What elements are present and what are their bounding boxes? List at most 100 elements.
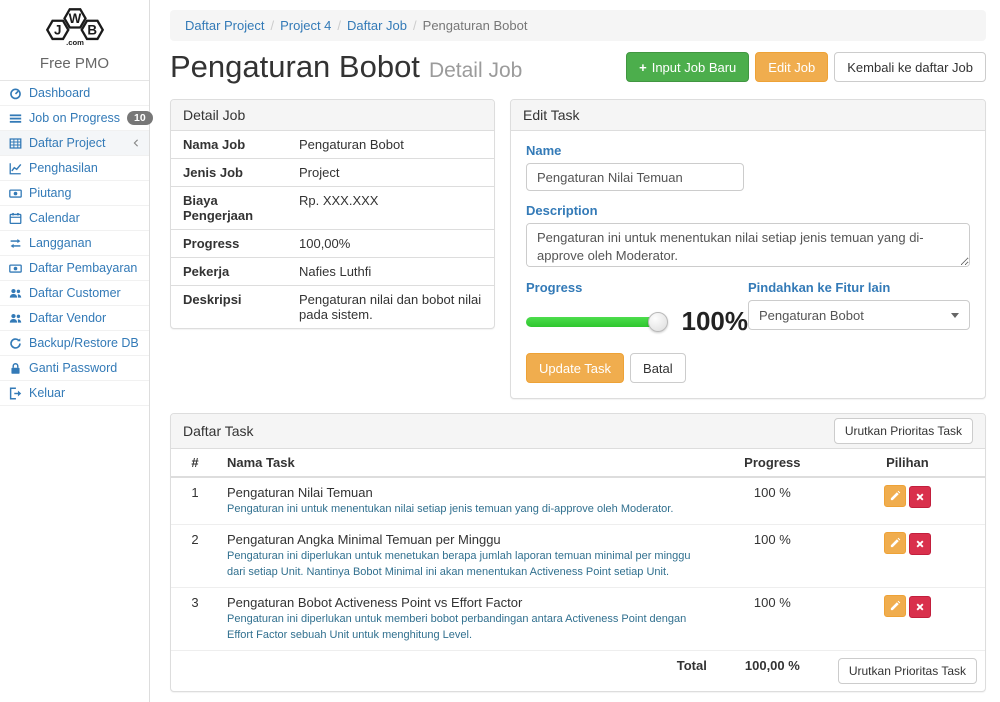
- page-title: Pengaturan Bobot: [170, 49, 420, 84]
- sidebar-item-label: Daftar Pembayaran: [29, 261, 137, 275]
- column-header-progress: Progress: [715, 449, 830, 477]
- detail-job-panel-title: Detail Job: [171, 100, 494, 131]
- pencil-icon: [889, 600, 901, 612]
- sidebar-item-daftar-project[interactable]: Daftar Project: [0, 131, 149, 156]
- detail-row-deskripsi: DeskripsiPengaturan nilai dan bobot nila…: [171, 286, 494, 328]
- breadcrumb: Daftar Project/Project 4/Daftar Job/Peng…: [170, 10, 986, 41]
- name-label: Name: [526, 143, 970, 158]
- input-job-baru-button[interactable]: + Input Job Baru: [626, 52, 749, 82]
- sidebar-item-daftar-pembayaran[interactable]: Daftar Pembayaran: [0, 256, 149, 281]
- delete-task-button[interactable]: [909, 533, 931, 555]
- edit-job-button[interactable]: Edit Job: [755, 52, 828, 82]
- edit-task-panel: Edit Task Name Description Progress: [510, 99, 986, 399]
- sidebar-item-label: Penghasilan: [29, 161, 98, 175]
- app-layout: J W B .com Free PMO Dashboard Job on Pro…: [0, 0, 1000, 702]
- breadcrumb-separator: /: [270, 18, 274, 33]
- pencil-icon: [889, 490, 901, 502]
- sidebar-item-job-on-progress[interactable]: Job on Progress 10: [0, 106, 149, 131]
- detail-label: Biaya Pengerjaan: [171, 187, 291, 229]
- sidebar-item-label: Langganan: [29, 236, 92, 250]
- task-table-footer: Total 100,00 % Urutkan Prioritas Task: [171, 650, 985, 691]
- task-table-header: # Nama Task Progress Pilihan: [171, 449, 985, 477]
- lock-icon: [9, 362, 22, 375]
- detail-value: Pengaturan Bobot: [291, 131, 412, 158]
- svg-text:.com: .com: [66, 38, 84, 47]
- task-num: 2: [171, 525, 219, 588]
- breadcrumb-current: Pengaturan Bobot: [423, 18, 528, 33]
- detail-value: Pengaturan nilai dan bobot nilai pada si…: [291, 286, 494, 328]
- edit-task-button[interactable]: [884, 532, 906, 554]
- task-description: Pengaturan ini diperlukan untuk memberi …: [227, 612, 707, 643]
- edit-task-button[interactable]: [884, 595, 906, 617]
- detail-value: 100,00%: [291, 230, 358, 257]
- sidebar: J W B .com Free PMO Dashboard Job on Pro…: [0, 0, 150, 702]
- task-description-textarea[interactable]: [526, 223, 970, 267]
- sidebar-item-label: Daftar Vendor: [29, 311, 106, 325]
- jwb-logo: J W B .com: [31, 5, 119, 49]
- breadcrumb-link-project-4[interactable]: Project 4: [280, 18, 331, 33]
- task-num: 1: [171, 477, 219, 525]
- edit-task-button[interactable]: [884, 485, 906, 507]
- task-name-input[interactable]: [526, 163, 744, 191]
- sidebar-item-penghasilan[interactable]: Penghasilan: [0, 156, 149, 181]
- users-icon: [9, 287, 22, 300]
- kembali-ke-daftar-job-button[interactable]: Kembali ke daftar Job: [834, 52, 986, 82]
- update-task-button[interactable]: Update Task: [526, 353, 624, 383]
- description-label: Description: [526, 203, 970, 218]
- task-row-3: 3 Pengaturan Bobot Activeness Point vs E…: [171, 588, 985, 651]
- line-chart-icon: [9, 162, 22, 175]
- sidebar-item-label: Dashboard: [29, 86, 90, 100]
- money-icon: [9, 262, 22, 275]
- task-progress: 100 %: [715, 588, 830, 651]
- sidebar-item-piutang[interactable]: Piutang: [0, 181, 149, 206]
- detail-label: Pekerja: [171, 258, 291, 285]
- breadcrumb-link-daftar-job[interactable]: Daftar Job: [347, 18, 407, 33]
- sidebar-item-backup-restore-db[interactable]: Backup/Restore DB: [0, 331, 149, 356]
- progress-slider[interactable]: [526, 317, 658, 327]
- task-description: Pengaturan ini untuk menentukan nilai se…: [227, 502, 707, 517]
- progress-slider-handle[interactable]: [648, 312, 668, 332]
- progress-percent-value: 100%: [682, 306, 749, 337]
- button-label: Input Job Baru: [652, 60, 737, 75]
- edit-task-panel-title: Edit Task: [511, 100, 985, 131]
- sidebar-item-label: Calendar: [29, 211, 80, 225]
- breadcrumb-link-daftar-project[interactable]: Daftar Project: [185, 18, 264, 33]
- sidebar-item-daftar-customer[interactable]: Daftar Customer: [0, 281, 149, 306]
- sidebar-item-ganti-password[interactable]: Ganti Password: [0, 356, 149, 381]
- total-label: Total: [171, 650, 715, 691]
- refresh-icon: [9, 337, 22, 350]
- calendar-icon: [9, 212, 22, 225]
- money-icon: [9, 187, 22, 200]
- sidebar-item-keluar[interactable]: Keluar: [0, 381, 149, 406]
- progress-label: Progress: [526, 280, 748, 295]
- urutkan-prioritas-task-button-top[interactable]: Urutkan Prioritas Task: [834, 418, 973, 444]
- page-title-wrap: Pengaturan BobotDetail Job: [170, 49, 522, 85]
- task-num: 3: [171, 588, 219, 651]
- delete-task-button[interactable]: [909, 596, 931, 618]
- sidebar-item-dashboard[interactable]: Dashboard: [0, 81, 149, 106]
- detail-row-progress: Progress100,00%: [171, 230, 494, 258]
- sidebar-item-langganan[interactable]: Langganan: [0, 231, 149, 256]
- batal-button[interactable]: Batal: [630, 353, 686, 383]
- task-description: Pengaturan ini diperlukan untuk menetuka…: [227, 549, 707, 580]
- move-feature-select[interactable]: Pengaturan Bobot: [748, 300, 970, 330]
- detail-label: Deskripsi: [171, 286, 291, 328]
- delete-task-button[interactable]: [909, 486, 931, 508]
- task-progress: 100 %: [715, 525, 830, 588]
- list-icon: [9, 112, 22, 125]
- sidebar-item-daftar-vendor[interactable]: Daftar Vendor: [0, 306, 149, 331]
- dashboard-icon: [9, 87, 22, 100]
- detail-label: Jenis Job: [171, 159, 291, 186]
- urutkan-prioritas-task-button-bottom[interactable]: Urutkan Prioritas Task: [838, 658, 977, 684]
- detail-row-pekerja: PekerjaNafies Luthfi: [171, 258, 494, 286]
- daftar-task-title: Daftar Task: [183, 423, 254, 439]
- breadcrumb-separator: /: [337, 18, 341, 33]
- task-name: Pengaturan Nilai Temuan: [227, 485, 707, 500]
- exchange-icon: [9, 237, 22, 250]
- logo-block: J W B .com Free PMO: [0, 0, 149, 81]
- sidebar-item-calendar[interactable]: Calendar: [0, 206, 149, 231]
- table-icon: [9, 137, 22, 150]
- plus-icon: +: [639, 60, 647, 75]
- detail-row-jenis-job: Jenis JobProject: [171, 159, 494, 187]
- task-row-2: 2 Pengaturan Angka Minimal Temuan per Mi…: [171, 525, 985, 588]
